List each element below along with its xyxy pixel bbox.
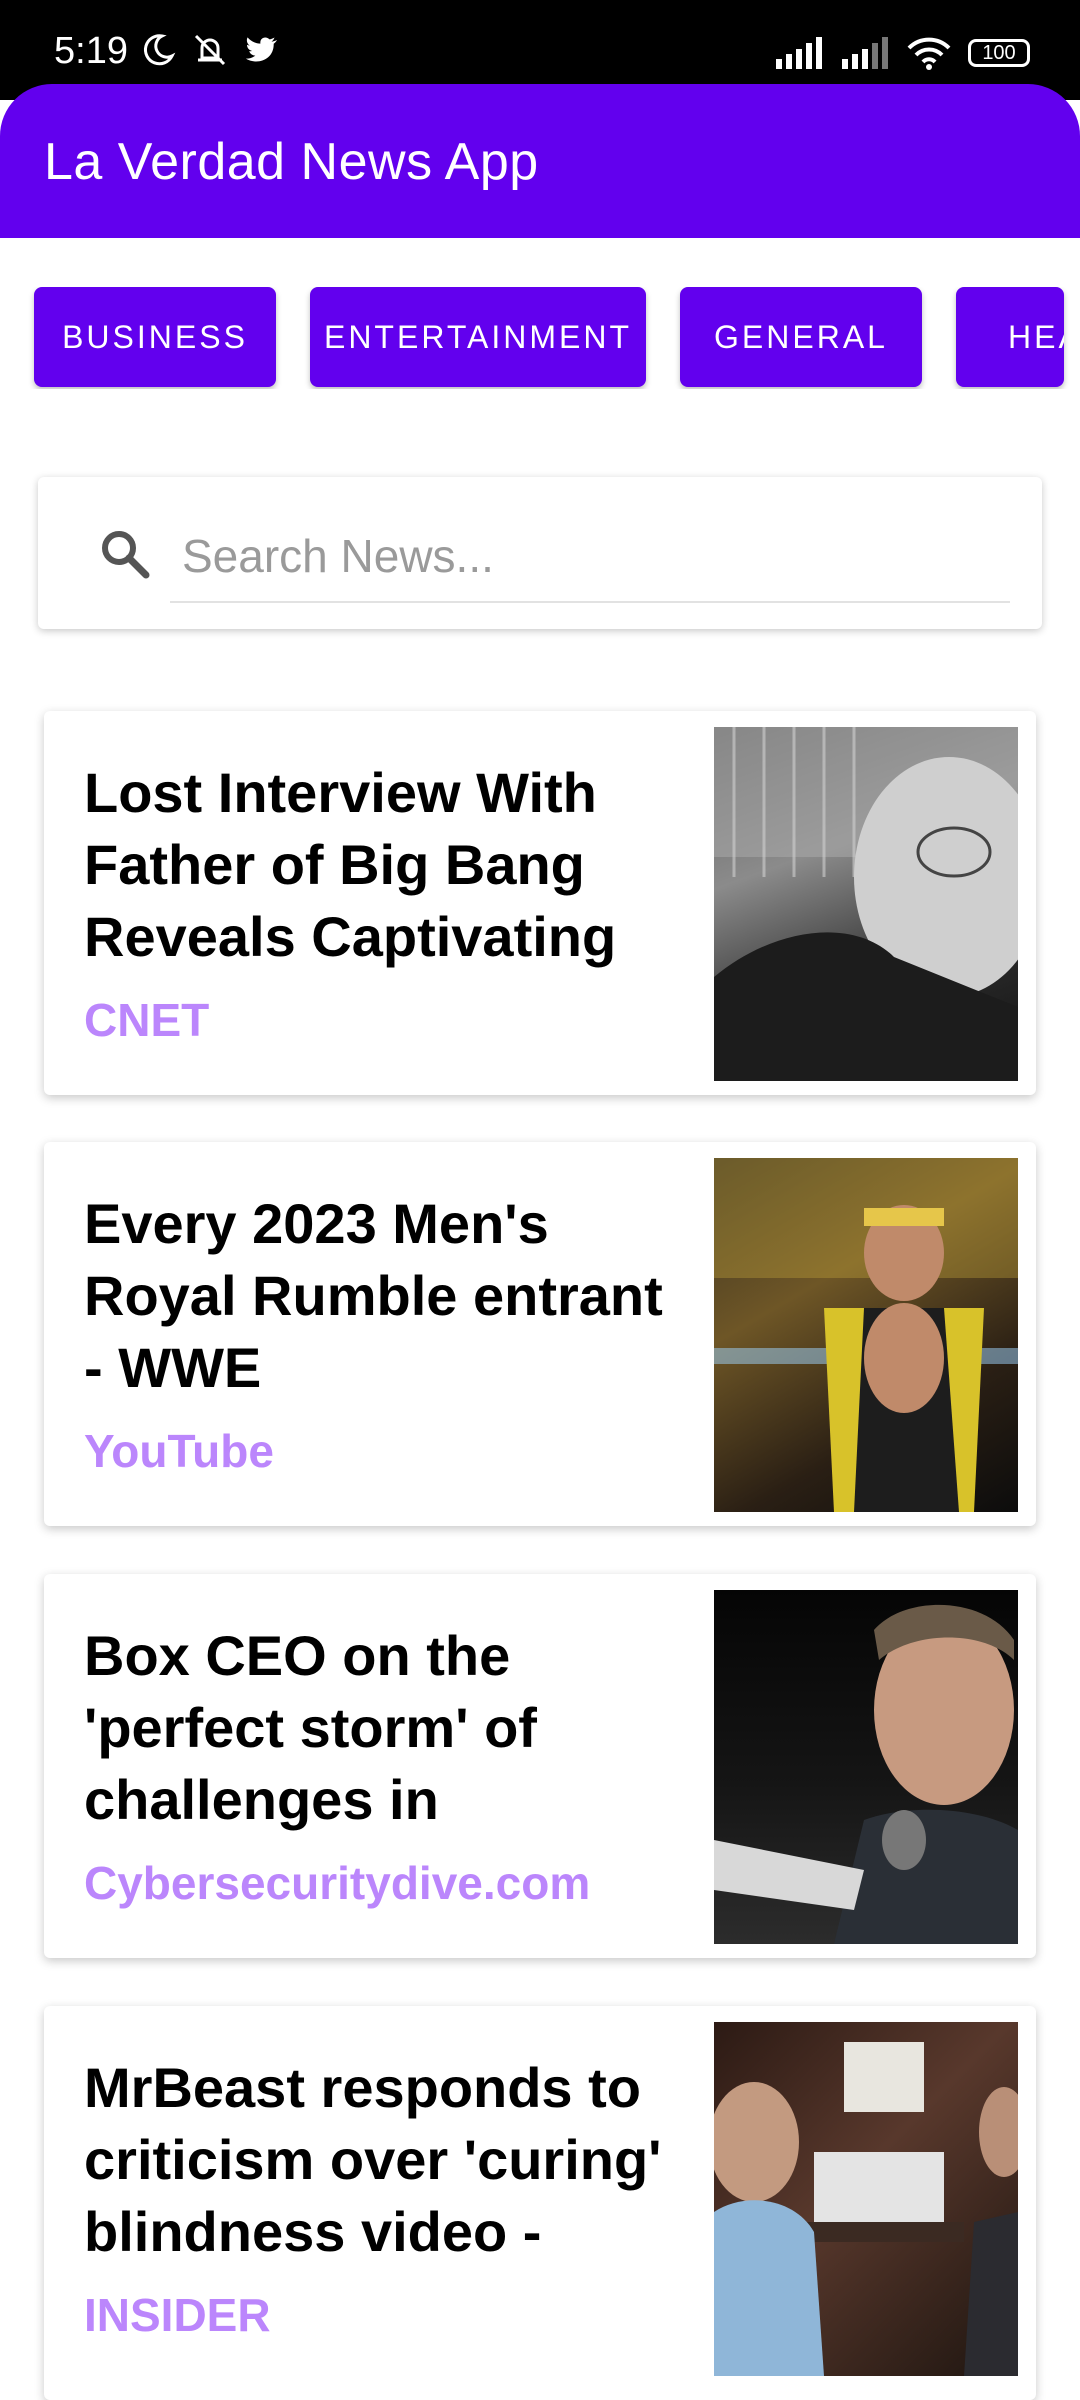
search-bar bbox=[38, 477, 1042, 629]
news-thumbnail bbox=[714, 2022, 1018, 2376]
twitter-icon bbox=[245, 37, 277, 62]
category-chips: BUSINESS ENTERTAINMENT GENERAL HEA bbox=[0, 287, 1080, 389]
battery-icon: 100 bbox=[968, 39, 1030, 67]
category-entertainment-button[interactable]: ENTERTAINMENT bbox=[310, 287, 646, 387]
wrestler-image bbox=[714, 1158, 1018, 1512]
news-thumbnail bbox=[714, 1590, 1018, 1944]
search-input[interactable] bbox=[170, 511, 1010, 603]
news-thumbnail bbox=[714, 1158, 1018, 1512]
battery-level: 100 bbox=[982, 41, 1016, 64]
category-health-button[interactable]: HEA bbox=[956, 287, 1064, 387]
muted-bell-icon bbox=[194, 34, 226, 66]
news-title: Lost Interview With Father of Big Bang R… bbox=[84, 761, 617, 968]
moon-icon bbox=[143, 34, 176, 66]
news-source: INSIDER bbox=[84, 2289, 271, 2341]
news-title: Every 2023 Men's Royal Rumble entrant - … bbox=[84, 1192, 663, 1399]
search-icon[interactable] bbox=[98, 527, 152, 581]
news-card[interactable]: Every 2023 Men's Royal Rumble entrant - … bbox=[44, 1142, 1036, 1526]
signal-icon bbox=[842, 37, 888, 69]
status-right-icons: 100 bbox=[774, 36, 1030, 70]
status-left-icons bbox=[140, 32, 280, 68]
app-title: La Verdad News App bbox=[44, 133, 539, 191]
category-business-button[interactable]: BUSINESS bbox=[34, 287, 276, 387]
speaker-image bbox=[714, 1604, 1018, 1944]
office-scene-image bbox=[714, 2042, 1018, 2376]
portrait-image bbox=[714, 727, 1018, 1081]
news-title: Box CEO on the 'perfect storm' of challe… bbox=[84, 1624, 537, 1831]
app-bar: La Verdad News App bbox=[0, 84, 1080, 238]
news-thumbnail bbox=[714, 727, 1018, 1081]
wifi-icon bbox=[907, 37, 951, 70]
status-time: 5:19 bbox=[54, 30, 128, 72]
news-source: Cybersecuritydive.com bbox=[84, 1857, 591, 1909]
news-title: MrBeast responds to criticism over 'curi… bbox=[84, 2056, 662, 2263]
signal-icon bbox=[776, 37, 822, 69]
category-general-button[interactable]: GENERAL bbox=[680, 287, 922, 387]
news-source: YouTube bbox=[84, 1425, 274, 1477]
news-source: CNET bbox=[84, 994, 210, 1046]
news-card[interactable]: Box CEO on the 'perfect storm' of challe… bbox=[44, 1574, 1036, 1958]
news-card[interactable]: MrBeast responds to criticism over 'curi… bbox=[44, 2006, 1036, 2400]
news-card[interactable]: Lost Interview With Father of Big Bang R… bbox=[44, 711, 1036, 1095]
